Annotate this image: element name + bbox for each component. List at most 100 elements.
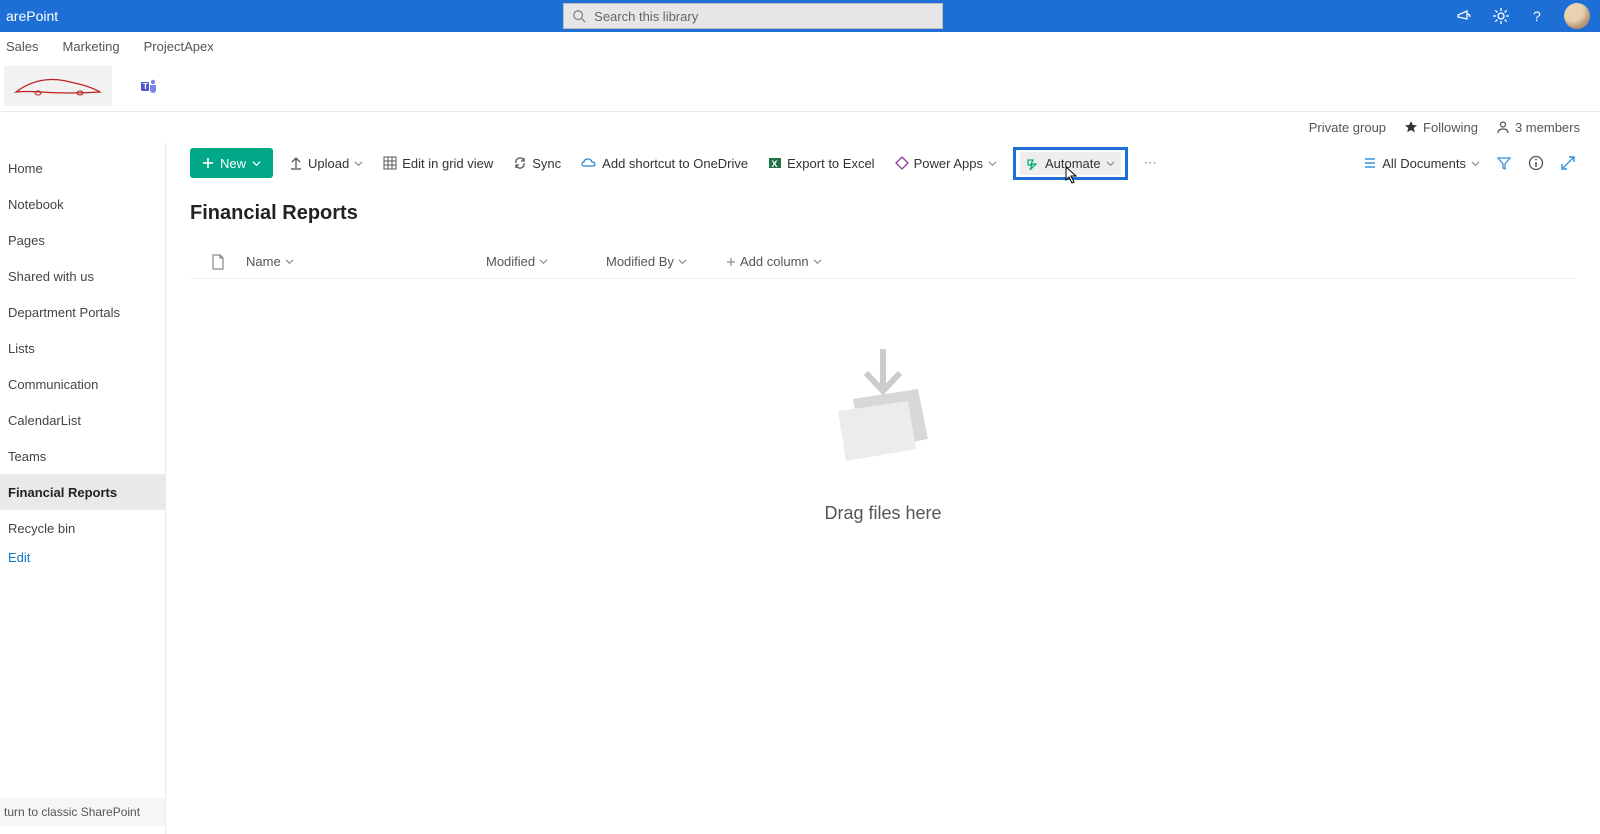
plus-icon <box>726 257 736 267</box>
suite-right: ? <box>1456 3 1600 29</box>
chevron-down-icon <box>1471 159 1480 168</box>
svg-text:X: X <box>772 159 778 169</box>
svg-text:?: ? <box>1533 8 1541 24</box>
suite-header: arePoint Search this library ? <box>0 0 1600 32</box>
shortcut-button[interactable]: Add shortcut to OneDrive <box>577 152 752 175</box>
svg-text:T: T <box>143 82 148 91</box>
export-label: Export to Excel <box>787 156 874 171</box>
nav-recycle[interactable]: Recycle bin <box>0 510 165 546</box>
following-label: Following <box>1423 120 1478 135</box>
grid-view-button[interactable]: Edit in grid view <box>379 152 497 175</box>
column-headers: Name Modified Modified By Add column <box>190 245 1576 279</box>
document-icon <box>211 254 225 270</box>
main: Home Notebook Pages Shared with us Depar… <box>0 142 1600 834</box>
more-button[interactable]: ⋯ <box>1140 151 1161 175</box>
tab-sales[interactable]: Sales <box>6 39 39 54</box>
nav-pages[interactable]: Pages <box>0 222 165 258</box>
view-label: All Documents <box>1382 156 1466 171</box>
grid-icon <box>383 156 397 170</box>
sync-button[interactable]: Sync <box>509 152 565 175</box>
upload-label: Upload <box>308 156 349 171</box>
view-selector[interactable]: All Documents <box>1363 156 1480 171</box>
chevron-down-icon <box>1106 159 1115 168</box>
info-icon[interactable] <box>1528 155 1544 171</box>
private-group-label: Private group <box>1309 120 1386 135</box>
list-icon <box>1363 156 1377 170</box>
col-modified-by-label: Modified By <box>606 254 674 269</box>
empty-text: Drag files here <box>824 503 941 524</box>
chevron-down-icon <box>252 159 261 168</box>
search-icon <box>572 9 586 23</box>
help-icon[interactable]: ? <box>1528 7 1546 25</box>
sidebar: Home Notebook Pages Shared with us Depar… <box>0 142 166 834</box>
filter-icon[interactable] <box>1496 155 1512 171</box>
star-icon <box>1404 120 1418 134</box>
nav-edit-link[interactable]: Edit <box>0 550 165 565</box>
shortcut-label: Add shortcut to OneDrive <box>602 156 748 171</box>
settings-icon[interactable] <box>1492 7 1510 25</box>
cmdbar-right: All Documents <box>1363 155 1576 171</box>
nav-department[interactable]: Department Portals <box>0 294 165 330</box>
search-placeholder: Search this library <box>594 9 698 24</box>
megaphone-icon[interactable] <box>1456 7 1474 25</box>
content: New Upload Edit in grid view Sync Add sh… <box>166 142 1600 834</box>
grid-label: Edit in grid view <box>402 156 493 171</box>
new-button[interactable]: New <box>190 148 273 178</box>
members-button[interactable]: 3 members <box>1496 120 1580 135</box>
powerapps-label: Power Apps <box>914 156 983 171</box>
onedrive-icon <box>581 157 597 169</box>
expand-icon[interactable] <box>1560 155 1576 171</box>
col-file-type[interactable] <box>190 254 246 270</box>
site-row: T <box>0 60 1600 112</box>
sync-label: Sync <box>532 156 561 171</box>
empty-state: Drag files here <box>190 339 1576 524</box>
plus-icon <box>202 157 214 169</box>
export-button[interactable]: X Export to Excel <box>764 152 878 175</box>
teams-icon[interactable]: T <box>140 77 158 95</box>
sync-icon <box>513 156 527 170</box>
excel-icon: X <box>768 156 782 170</box>
col-add-label: Add column <box>740 254 809 269</box>
automate-highlight: Automate <box>1013 147 1128 180</box>
nav-home[interactable]: Home <box>0 150 165 186</box>
tab-marketing[interactable]: Marketing <box>63 39 120 54</box>
col-modified-by[interactable]: Modified By <box>606 254 726 269</box>
cursor-icon <box>1064 166 1080 184</box>
nav-financial-reports[interactable]: Financial Reports <box>0 474 165 510</box>
following-toggle[interactable]: Following <box>1404 120 1478 135</box>
new-label: New <box>220 156 246 171</box>
user-avatar[interactable] <box>1564 3 1590 29</box>
col-modified[interactable]: Modified <box>486 254 606 269</box>
ellipsis-icon: ⋯ <box>1144 155 1157 171</box>
automate-icon <box>1026 156 1040 170</box>
automate-button[interactable]: Automate <box>1020 152 1121 175</box>
nav-communication[interactable]: Communication <box>0 366 165 402</box>
info-row: Private group Following 3 members <box>0 112 1600 142</box>
chevron-down-icon <box>539 257 548 266</box>
col-add[interactable]: Add column <box>726 254 822 269</box>
nav-notebook[interactable]: Notebook <box>0 186 165 222</box>
app-name: arePoint <box>0 8 58 24</box>
top-tabs: Sales Marketing ProjectApex <box>0 32 1600 60</box>
site-logo[interactable] <box>4 66 112 106</box>
nav-calendar[interactable]: CalendarList <box>0 402 165 438</box>
search-input[interactable]: Search this library <box>563 3 943 29</box>
empty-folder-icon <box>808 339 958 479</box>
powerapps-button[interactable]: Power Apps <box>891 152 1001 175</box>
classic-link[interactable]: turn to classic SharePoint <box>0 798 165 826</box>
chevron-down-icon <box>285 257 294 266</box>
col-name[interactable]: Name <box>246 254 486 269</box>
nav-teams[interactable]: Teams <box>0 438 165 474</box>
tab-projectapex[interactable]: ProjectApex <box>144 39 214 54</box>
nav-shared[interactable]: Shared with us <box>0 258 165 294</box>
library-title: Financial Reports <box>190 202 1576 225</box>
nav-lists[interactable]: Lists <box>0 330 165 366</box>
col-name-label: Name <box>246 254 281 269</box>
person-icon <box>1496 120 1510 134</box>
upload-icon <box>289 156 303 170</box>
chevron-down-icon <box>988 159 997 168</box>
upload-button[interactable]: Upload <box>285 152 367 175</box>
chevron-down-icon <box>813 257 822 266</box>
members-label: 3 members <box>1515 120 1580 135</box>
chevron-down-icon <box>678 257 687 266</box>
